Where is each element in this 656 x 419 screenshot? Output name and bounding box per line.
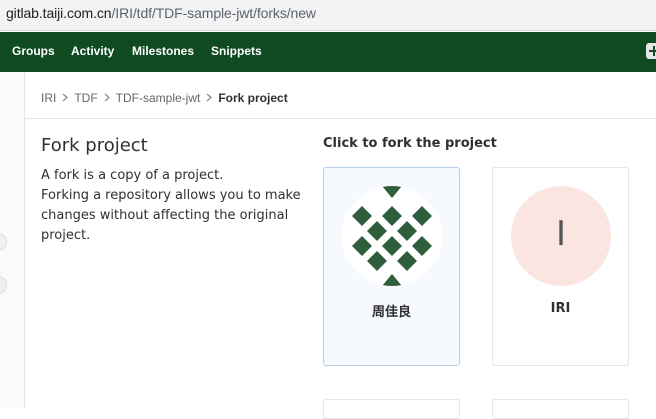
chevron-right-icon <box>206 91 213 105</box>
namespace-card-partial[interactable] <box>323 399 460 419</box>
namespace-card-group[interactable]: I IRI <box>492 167 629 366</box>
breadcrumb-item-project[interactable]: TDF-sample-jwt <box>116 91 201 105</box>
page-description: A fork is a copy of a project. Forking a… <box>41 168 301 243</box>
breadcrumb-item-iri[interactable]: IRI <box>41 91 56 105</box>
namespace-card-user[interactable]: 周佳良 <box>323 167 460 366</box>
page-title: Fork project <box>41 135 148 156</box>
collapsed-sidebar <box>0 72 25 409</box>
chevron-right-icon <box>62 91 69 105</box>
sidebar-action-button[interactable] <box>0 276 7 294</box>
breadcrumb-current[interactable]: Fork project <box>218 91 287 105</box>
identicon-avatar <box>342 186 442 286</box>
nav-groups[interactable]: Groups <box>12 44 55 58</box>
nav-activity[interactable]: Activity <box>71 44 114 58</box>
namespace-name: IRI <box>550 301 571 316</box>
nav-snippets[interactable]: Snippets <box>211 44 262 58</box>
breadcrumb-item-tdf[interactable]: TDF <box>74 91 97 105</box>
breadcrumb-divider <box>25 118 656 119</box>
namespace-name: 周佳良 <box>371 305 411 320</box>
sidebar-toggle-button[interactable] <box>0 233 7 251</box>
new-item-button[interactable] <box>646 43 656 59</box>
plus-icon <box>649 46 656 56</box>
url-text[interactable]: gitlab.taiji.com.cn/IRI/tdf/TDF-sample-j… <box>6 5 316 21</box>
breadcrumb: IRI TDF TDF-sample-jwt Fork project <box>41 90 288 105</box>
namespace-card-partial[interactable] <box>492 399 629 419</box>
browser-address-bar[interactable]: gitlab.taiji.com.cn/IRI/tdf/TDF-sample-j… <box>0 0 656 31</box>
top-navbar: Groups Activity Milestones Snippets <box>0 32 656 72</box>
fork-section-title: Click to fork the project <box>323 136 497 151</box>
chevron-right-icon <box>104 91 110 105</box>
letter-avatar: I <box>511 186 611 286</box>
avatar-letter: I <box>555 214 567 254</box>
nav-milestones[interactable]: Milestones <box>132 44 194 58</box>
